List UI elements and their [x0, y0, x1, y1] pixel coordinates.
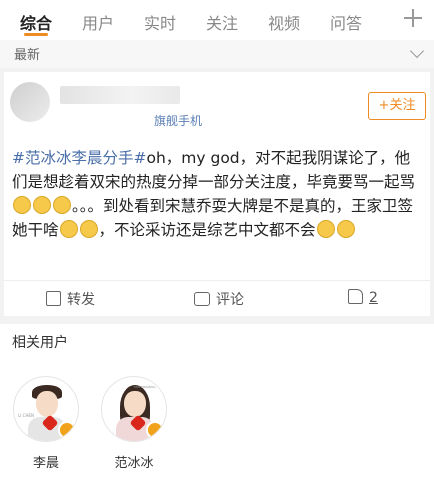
post-source: 旗舰手机 — [154, 114, 203, 128]
post-text-part: ，不论采访还是综艺中文都不会 — [98, 221, 316, 239]
blurred-username[interactable] — [60, 86, 180, 104]
related-user-name: 李晨 — [32, 456, 59, 471]
blurred-avatar[interactable] — [10, 82, 50, 122]
tab-following[interactable]: 关注 — [206, 10, 238, 34]
related-users-title: 相关用户 — [12, 335, 68, 351]
related-user-name: 范冰冰 — [114, 456, 154, 471]
like-button[interactable]: 2 — [348, 289, 378, 306]
share-button[interactable]: 转发 — [46, 289, 95, 309]
hashtag-link[interactable]: #范冰冰李晨分手# — [12, 149, 146, 167]
cat-emoji-icon — [53, 196, 71, 214]
tab-video[interactable]: 视频 — [268, 10, 300, 34]
chevron-down-icon[interactable] — [409, 43, 425, 59]
drool-emoji-icon — [59, 220, 78, 238]
tab-realtime[interactable]: 实时 — [144, 10, 176, 34]
related-users-section: 相关用户 LI CHEN 李晨 FAN BINGBING 范冰冰 — [0, 324, 434, 504]
cat-emoji-icon — [33, 196, 51, 214]
post-card: 旗舰手机 +关注 #范冰冰李晨分手#oh，my god，对不起我阴谋论了，他们是… — [4, 72, 430, 316]
related-user-item[interactable]: FAN BINGBING 范冰冰 — [98, 376, 170, 471]
avatar-face — [36, 391, 58, 417]
top-tab-bar: 综合 用户 实时 关注 视频 问答 — [0, 0, 434, 40]
tab-users[interactable]: 用户 — [82, 10, 114, 34]
active-tab-indicator — [24, 33, 48, 36]
avatar-caption: FAN BINGBING — [134, 385, 156, 389]
follow-button[interactable]: +关注 — [368, 92, 426, 120]
like-count: 2 — [369, 290, 378, 306]
verified-icon — [146, 421, 164, 439]
post-actions: 转发 评论 2 — [4, 280, 430, 316]
avatar[interactable]: LI CHEN — [13, 376, 79, 442]
dizzy-emoji-icon — [316, 220, 335, 238]
post-body: #范冰冰李晨分手#oh，my god，对不起我阴谋论了，他们是想趁着双宋的热度分… — [12, 146, 424, 242]
dizzy-emoji-icon — [336, 220, 355, 238]
sort-label: 最新 — [14, 48, 41, 63]
tab-comprehensive[interactable]: 综合 — [20, 10, 52, 34]
avatar-face — [124, 391, 146, 417]
comment-label: 评论 — [216, 292, 244, 308]
related-user-item[interactable]: LI CHEN 李晨 — [10, 376, 82, 471]
comment-icon — [194, 292, 210, 306]
avatar-caption: LI CHEN — [18, 413, 34, 418]
tab-qa[interactable]: 问答 — [330, 10, 362, 34]
cat-emoji-icon — [13, 196, 31, 214]
sort-bar[interactable]: 最新 — [0, 40, 434, 68]
share-label: 转发 — [67, 292, 95, 308]
avatar[interactable]: FAN BINGBING — [101, 376, 167, 442]
share-icon — [46, 291, 61, 306]
drool-emoji-icon — [79, 220, 98, 238]
verified-icon — [58, 421, 76, 439]
plus-icon[interactable] — [402, 7, 424, 29]
comment-button[interactable]: 评论 — [194, 289, 244, 309]
thumbs-up-icon — [348, 289, 363, 304]
